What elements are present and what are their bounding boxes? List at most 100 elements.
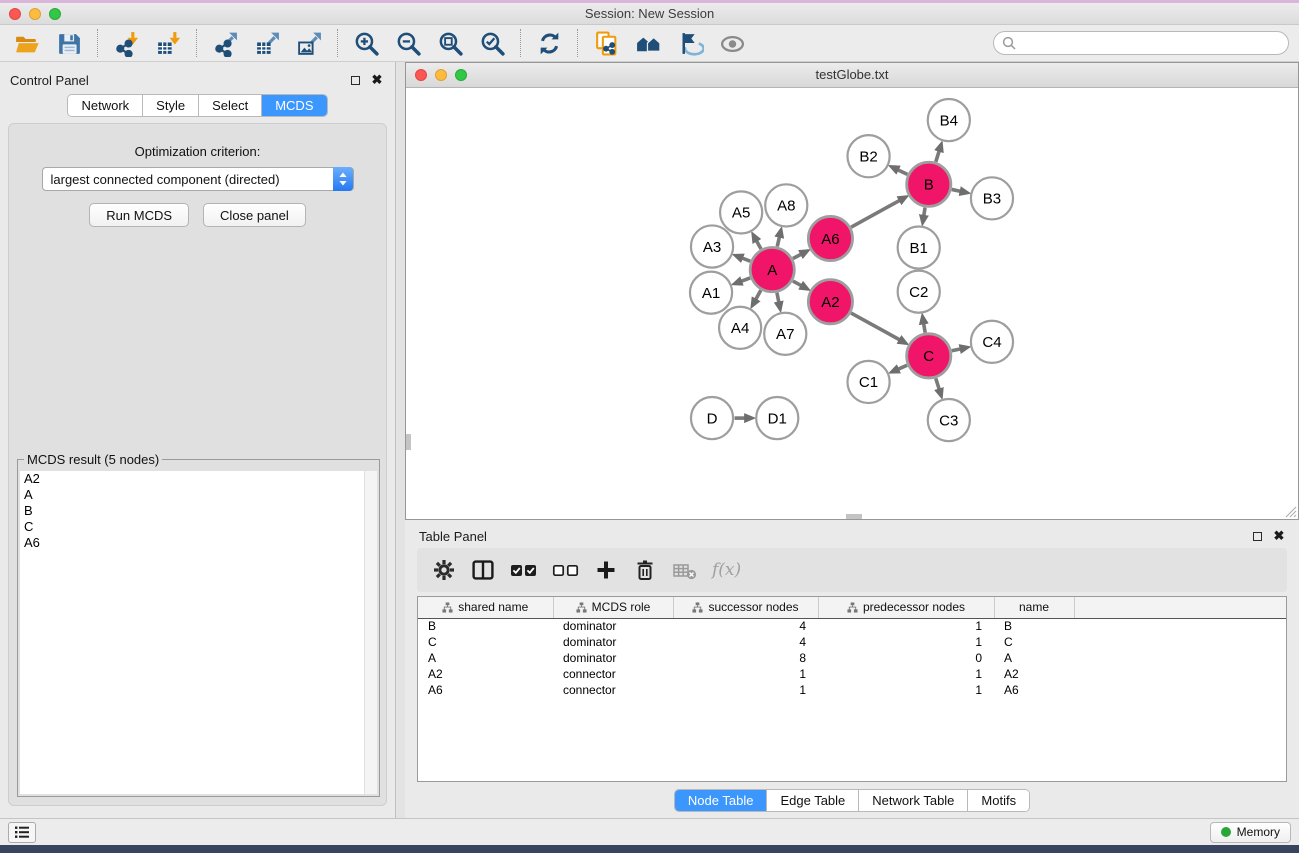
column-header-predecessor-nodes[interactable]: predecessor nodes: [818, 597, 994, 618]
tab-network[interactable]: Network: [68, 95, 143, 116]
graph-edge-A6-B[interactable]: [851, 200, 899, 227]
mcds-result-item[interactable]: C: [20, 519, 377, 535]
zoom-selected-button[interactable]: [474, 27, 510, 59]
zoom-fit-button[interactable]: [432, 27, 468, 59]
delete-column-button[interactable]: [633, 555, 657, 585]
mcds-result-item[interactable]: A: [20, 487, 377, 503]
graph-edge-C-C4[interactable]: [952, 349, 960, 351]
graph-node-B2[interactable]: B2: [847, 135, 889, 177]
table-row[interactable]: Bdominator41B: [418, 618, 1286, 634]
refresh-layout-button[interactable]: [531, 27, 567, 59]
graph-node-A4[interactable]: A4: [719, 306, 761, 348]
graph-edge-A-A3[interactable]: [742, 258, 750, 261]
column-header-mcds-role[interactable]: MCDS role: [553, 597, 673, 618]
table-row[interactable]: Adominator80A: [418, 650, 1286, 666]
add-column-button[interactable]: [594, 555, 618, 585]
graph-edge-A2-C[interactable]: [851, 313, 899, 340]
export-image-button[interactable]: [291, 27, 327, 59]
graph-edge-A-A8[interactable]: [777, 237, 779, 246]
zoom-out-button[interactable]: [390, 27, 426, 59]
graph-node-B[interactable]: B: [907, 162, 951, 206]
search-field[interactable]: [993, 31, 1289, 55]
graph-node-C3[interactable]: C3: [928, 399, 970, 441]
graph-edge-B-B3[interactable]: [952, 189, 960, 191]
graph-node-B1[interactable]: B1: [898, 226, 940, 268]
table-row[interactable]: Cdominator41C: [418, 634, 1286, 650]
graph-node-D1[interactable]: D1: [756, 397, 798, 439]
resize-grip-icon[interactable]: [1283, 504, 1297, 518]
column-header-successor-nodes[interactable]: successor nodes: [673, 597, 818, 618]
graph-node-C1[interactable]: C1: [847, 360, 889, 402]
tab-style[interactable]: Style: [143, 95, 199, 116]
table-panel-close-button[interactable]: ✖: [1271, 528, 1287, 544]
export-table-button[interactable]: [249, 27, 285, 59]
criterion-dropdown[interactable]: largest connected component (directed): [42, 167, 354, 191]
column-header-shared-name[interactable]: shared name: [418, 597, 553, 618]
control-panel-close-button[interactable]: ✖: [369, 72, 385, 88]
canvas-hscroll-thumb[interactable]: [846, 514, 862, 519]
new-network-from-selection-button[interactable]: [588, 27, 624, 59]
graph-node-A7[interactable]: A7: [764, 312, 806, 354]
canvas-vscroll-thumb[interactable]: [406, 434, 411, 450]
select-all-rows-button[interactable]: [510, 555, 537, 585]
toggle-panel-layout-button[interactable]: [471, 555, 495, 585]
graph-node-A1[interactable]: A1: [690, 271, 732, 313]
run-mcds-button[interactable]: Run MCDS: [89, 203, 189, 227]
import-network-button[interactable]: [108, 27, 144, 59]
graph-edge-C-C2[interactable]: [924, 323, 925, 332]
graph-node-A6[interactable]: A6: [808, 216, 852, 260]
graph-edge-A-A7[interactable]: [777, 292, 779, 301]
graph-node-A[interactable]: A: [750, 247, 794, 291]
graph-node-C[interactable]: C: [907, 333, 951, 377]
tab-select[interactable]: Select: [199, 95, 262, 116]
graph-node-B4[interactable]: B4: [928, 99, 970, 141]
graph-node-C2[interactable]: C2: [898, 270, 940, 312]
memory-button[interactable]: Memory: [1210, 822, 1291, 843]
control-panel-float-button[interactable]: [347, 72, 363, 88]
table-tab-motifs[interactable]: Motifs: [968, 790, 1029, 811]
result-list-scrollbar[interactable]: [364, 471, 377, 794]
graph-edge-A-A1[interactable]: [742, 277, 751, 280]
graph-node-A2[interactable]: A2: [808, 279, 852, 323]
task-history-button[interactable]: [8, 822, 36, 843]
graph-edge-B-B4[interactable]: [936, 151, 939, 162]
graph-edge-A-A4[interactable]: [756, 290, 761, 299]
graph-edge-A-A2[interactable]: [793, 281, 801, 285]
open-session-button[interactable]: [9, 27, 45, 59]
graph-edge-C-C1[interactable]: [898, 365, 907, 369]
column-header-name[interactable]: name: [994, 597, 1074, 618]
table-row[interactable]: A2connector11A2: [418, 666, 1286, 682]
close-panel-button[interactable]: Close panel: [203, 203, 306, 227]
table-tab-network-table[interactable]: Network Table: [859, 790, 968, 811]
zoom-in-button[interactable]: [348, 27, 384, 59]
graph-edge-B-B2[interactable]: [898, 170, 907, 174]
graph-edge-A-A5[interactable]: [757, 241, 761, 249]
table-row[interactable]: A6connector11A6: [418, 682, 1286, 698]
mcds-result-item[interactable]: A2: [20, 471, 377, 487]
graph-edge-B-B1[interactable]: [924, 207, 925, 215]
graph-node-A8[interactable]: A8: [765, 184, 807, 226]
network-overview-button[interactable]: [630, 27, 666, 59]
network-canvas[interactable]: B4 B2 B B3 A8A5 A6 A3 B1 A C2 A1 A2 A4A7 C4 C C1 C3 D D1: [406, 88, 1298, 519]
hide-selected-button[interactable]: [672, 27, 708, 59]
show-all-button[interactable]: [714, 27, 750, 59]
graph-node-D[interactable]: D: [691, 397, 733, 439]
graph-node-C4[interactable]: C4: [971, 320, 1013, 362]
mcds-result-item[interactable]: B: [20, 503, 377, 519]
graph-node-A5[interactable]: A5: [720, 191, 762, 233]
export-network-button[interactable]: [207, 27, 243, 59]
mcds-result-item[interactable]: A6: [20, 535, 377, 551]
table-settings-button[interactable]: [432, 555, 456, 585]
graph-node-B3[interactable]: B3: [971, 177, 1013, 219]
graph-node-A3[interactable]: A3: [691, 225, 733, 267]
graph-edge-A-A6[interactable]: [793, 254, 801, 258]
graph-edge-C-C3[interactable]: [936, 378, 939, 389]
table-tab-edge-table[interactable]: Edge Table: [767, 790, 859, 811]
network-window-titlebar[interactable]: testGlobe.txt: [406, 63, 1298, 88]
table-tab-node-table[interactable]: Node Table: [675, 790, 768, 811]
tab-mcds[interactable]: MCDS: [262, 95, 326, 116]
save-session-button[interactable]: [51, 27, 87, 59]
import-table-button[interactable]: [150, 27, 186, 59]
table-panel-float-button[interactable]: [1249, 528, 1265, 544]
search-input[interactable]: [1021, 34, 1288, 52]
